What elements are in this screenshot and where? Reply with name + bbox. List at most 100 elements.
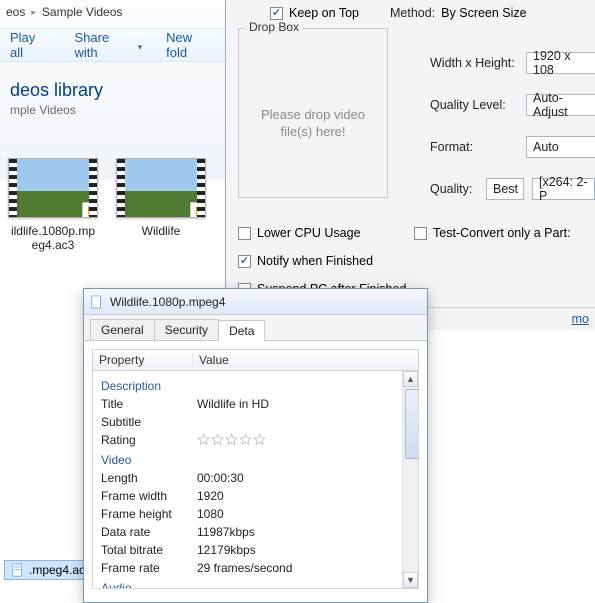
lower-cpu-checkbox[interactable]: Lower CPU Usage bbox=[238, 226, 361, 240]
video-thumbnail[interactable]: ildlife.1080p.mpeg4.ac3 bbox=[8, 158, 98, 253]
row-length[interactable]: Length00:00:30 bbox=[93, 469, 402, 487]
star-icon[interactable] bbox=[197, 433, 210, 446]
dialog-title: Wildlife.1080p.mpeg4 bbox=[110, 295, 225, 309]
tab-details[interactable]: Deta bbox=[218, 320, 265, 341]
drop-box-hint: Please drop video file(s) here! bbox=[239, 107, 387, 141]
quality-level-label: Quality Level: bbox=[430, 98, 506, 112]
new-folder-button[interactable]: New fold bbox=[166, 30, 215, 60]
column-property[interactable]: Property bbox=[93, 353, 193, 367]
thumbnail-caption: Wildlife bbox=[116, 224, 206, 238]
quality-level-combo[interactable]: Auto-Adjust bbox=[526, 94, 595, 116]
grid-header: Property Value bbox=[92, 349, 419, 371]
notify-finished-checkbox[interactable]: Notify when Finished bbox=[238, 254, 373, 268]
prop-value: 00:00:30 bbox=[197, 471, 394, 485]
checkbox-label: Lower CPU Usage bbox=[257, 226, 361, 240]
prop-value: 1080 bbox=[197, 507, 394, 521]
scroll-thumb[interactable] bbox=[405, 389, 419, 459]
quality-level-row: Quality Level: bbox=[430, 98, 506, 112]
chevron-right-icon: ▸ bbox=[31, 7, 36, 18]
share-with-button[interactable]: Share with bbox=[75, 30, 143, 60]
column-value[interactable]: Value bbox=[193, 353, 418, 367]
row-data-rate[interactable]: Data rate11987kbps bbox=[93, 523, 402, 541]
breadcrumb-part[interactable]: Sample Videos bbox=[42, 5, 123, 19]
prop-key: Rating bbox=[101, 433, 197, 447]
row-subtitle[interactable]: Subtitle bbox=[93, 413, 402, 431]
prop-key: Length bbox=[101, 471, 197, 485]
width-height-combo[interactable]: 1920 x 108 bbox=[526, 52, 595, 74]
tabstrip: General Security Deta bbox=[84, 315, 427, 341]
row-total-bitrate[interactable]: Total bitrate12179kbps bbox=[93, 541, 402, 559]
prop-value: 29 frames/second bbox=[197, 561, 394, 575]
checkbox-icon bbox=[238, 227, 251, 240]
thumbnail-frame bbox=[8, 158, 98, 218]
method-label: Method: bbox=[390, 6, 435, 20]
combo-box[interactable]: 1920 x 108 bbox=[526, 52, 595, 74]
keep-on-top-checkbox[interactable]: Keep on Top bbox=[270, 6, 359, 20]
prop-key: Frame height bbox=[101, 507, 197, 521]
drop-box-legend: Drop Box bbox=[245, 20, 303, 34]
format-label: Format: bbox=[430, 140, 473, 154]
row-frame-width[interactable]: Frame width1920 bbox=[93, 487, 402, 505]
file-icon bbox=[90, 295, 104, 309]
library-subtitle: mple Videos bbox=[10, 103, 103, 117]
dialog-titlebar[interactable]: Wildlife.1080p.mpeg4 bbox=[84, 289, 427, 315]
rating-stars[interactable] bbox=[197, 433, 394, 447]
star-icon[interactable] bbox=[211, 433, 224, 446]
play-all-button[interactable]: Play all bbox=[10, 30, 51, 60]
prop-value: 11987kbps bbox=[197, 525, 394, 539]
scroll-up-icon[interactable]: ▲ bbox=[403, 371, 418, 387]
tab-general[interactable]: General bbox=[90, 319, 155, 340]
scroll-down-icon[interactable]: ▼ bbox=[403, 572, 418, 588]
prop-key: Subtitle bbox=[101, 415, 197, 429]
drop-box[interactable]: Drop Box Please drop video file(s) here! bbox=[238, 28, 388, 198]
play-icon bbox=[190, 202, 206, 218]
video-thumbnail[interactable]: Wildlife bbox=[116, 158, 206, 253]
dialog-body: Property Value Description TitleWildlife… bbox=[84, 341, 427, 597]
quality-row: Quality: bbox=[430, 182, 472, 196]
row-title[interactable]: TitleWildlife in HD bbox=[93, 395, 402, 413]
combo-box[interactable]: Auto-Adjust bbox=[526, 94, 595, 116]
prop-key: Data rate bbox=[101, 525, 197, 539]
file-icon bbox=[11, 563, 25, 577]
prop-key: Frame width bbox=[101, 489, 197, 503]
width-height-row: Width x Height: bbox=[430, 56, 515, 70]
prop-value: 1920 bbox=[197, 489, 394, 503]
row-rating[interactable]: Rating bbox=[93, 431, 402, 449]
thumbnail-caption: ildlife.1080p.mpeg4.ac3 bbox=[8, 224, 98, 253]
quality-codec-combo[interactable]: [x264: 2-P bbox=[532, 178, 595, 200]
prop-key: Frame rate bbox=[101, 561, 197, 575]
format-combo[interactable]: Auto bbox=[526, 136, 595, 158]
row-frame-height[interactable]: Frame height1080 bbox=[93, 505, 402, 523]
grid-rows: Description TitleWildlife in HD Subtitle… bbox=[93, 371, 402, 589]
checkbox-label: Keep on Top bbox=[289, 6, 359, 20]
row-frame-rate[interactable]: Frame rate29 frames/second bbox=[93, 559, 402, 577]
test-convert-checkbox[interactable]: Test-Convert only a Part: bbox=[414, 226, 571, 240]
thumbnail-image bbox=[125, 159, 197, 217]
grid-scroll: Description TitleWildlife in HD Subtitle… bbox=[92, 371, 419, 589]
prop-value bbox=[197, 415, 394, 429]
breadcrumb[interactable]: eos ▸ Sample Videos bbox=[0, 0, 128, 24]
checkbox-icon bbox=[270, 7, 283, 20]
more-link[interactable]: mo bbox=[572, 312, 589, 326]
section-video: Video bbox=[93, 449, 402, 469]
width-height-label: Width x Height: bbox=[430, 56, 515, 70]
combo-box[interactable]: Auto bbox=[526, 136, 595, 158]
chevron-down-icon bbox=[138, 38, 143, 53]
method-row: Method: By Screen Size bbox=[390, 6, 527, 20]
quality-preset-combo[interactable]: Best bbox=[486, 178, 524, 200]
share-with-label: Share with bbox=[75, 30, 134, 60]
star-icon[interactable] bbox=[239, 433, 252, 446]
breadcrumb-part[interactable]: eos bbox=[6, 5, 25, 19]
format-row: Format: bbox=[430, 140, 473, 154]
play-icon bbox=[82, 202, 98, 218]
star-icon[interactable] bbox=[225, 433, 238, 446]
star-icon[interactable] bbox=[253, 433, 266, 446]
checkbox-icon bbox=[414, 227, 427, 240]
tab-security[interactable]: Security bbox=[154, 319, 219, 340]
explorer-toolbar: Play all Share with New fold bbox=[0, 28, 225, 62]
checkbox-label: Test-Convert only a Part: bbox=[433, 226, 571, 240]
method-value[interactable]: By Screen Size bbox=[441, 6, 526, 20]
prop-key: Total bitrate bbox=[101, 543, 197, 557]
prop-key: Title bbox=[101, 397, 197, 411]
scrollbar[interactable]: ▲ ▼ bbox=[402, 371, 418, 588]
